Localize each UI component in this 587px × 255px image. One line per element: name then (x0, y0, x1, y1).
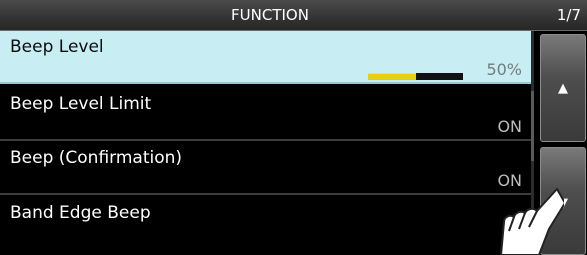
list-item-beep-confirmation[interactable]: Beep (Confirmation) ON (0, 142, 532, 195)
list-item-beep-level-limit[interactable]: Beep Level Limit ON (0, 88, 532, 141)
beep-level-bar (368, 73, 463, 80)
triangle-up-icon: ▲ (558, 81, 568, 96)
function-screen: FUNCTION 1/7 Beep Level 50% Beep Level L… (0, 0, 587, 255)
pointing-hand-icon (500, 188, 564, 255)
function-list: Beep Level 50% Beep Level Limit ON Beep … (0, 31, 532, 255)
list-item-value: ON (497, 117, 522, 136)
list-item-label: Beep (Confirmation) (10, 148, 183, 168)
scroll-thumb[interactable] (531, 91, 534, 161)
list-item-label: Beep Level Limit (10, 94, 152, 114)
list-item-value: 50% (486, 60, 522, 79)
list-item-label: Band Edge Beep (10, 203, 151, 223)
list-item-beep-level[interactable]: Beep Level 50% (0, 31, 532, 84)
header-bar: FUNCTION 1/7 (0, 0, 587, 31)
page-up-button[interactable]: ▲ (540, 34, 586, 142)
list-item-label: Beep Level (10, 37, 104, 57)
page-indicator: 1/7 (556, 6, 581, 24)
screen-title: FUNCTION (231, 6, 309, 24)
beep-level-fill (368, 73, 416, 80)
list-item-band-edge-beep[interactable]: Band Edge Beep (0, 197, 532, 255)
